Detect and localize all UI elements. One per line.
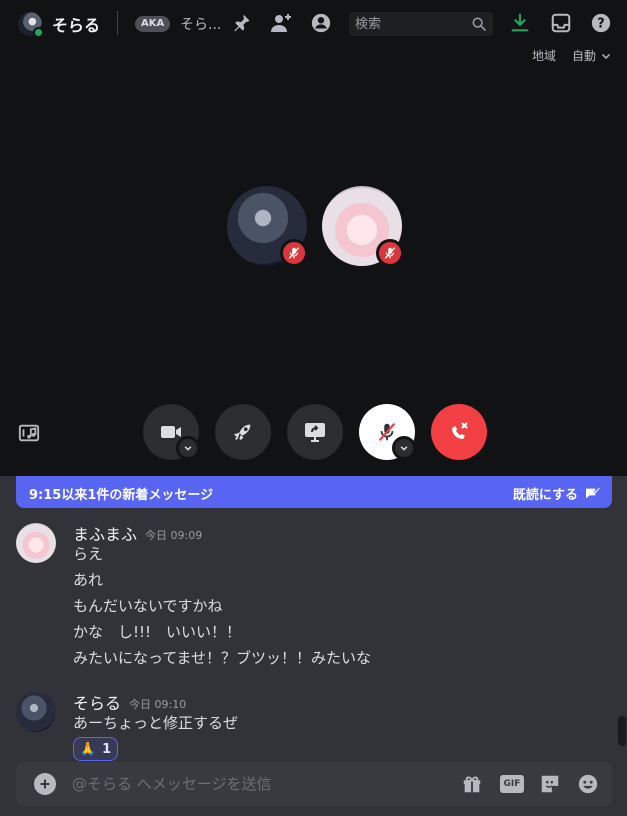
emoji-icon[interactable] [576, 772, 600, 796]
region-value: 自動 [572, 49, 597, 63]
chevron-down-icon [601, 53, 611, 59]
message-text: あれ [73, 571, 104, 589]
mark-read-icon [586, 486, 600, 499]
voice-stage: 地域 自動 [0, 46, 627, 476]
avatar[interactable] [16, 523, 56, 563]
search-box[interactable] [349, 12, 493, 36]
rocket-icon [233, 424, 251, 440]
plus-icon [40, 779, 50, 789]
add-friend-icon[interactable] [269, 11, 293, 35]
avatar[interactable] [16, 692, 56, 732]
message-text: らえ [73, 545, 104, 563]
gif-button[interactable]: GIF [500, 772, 524, 796]
disconnect-button[interactable] [431, 404, 487, 460]
profile-icon[interactable] [309, 11, 333, 35]
inbox-icon[interactable] [549, 11, 573, 35]
reaction-emoji: 🙏 [79, 741, 97, 757]
sticker-icon[interactable] [538, 772, 562, 796]
message-timestamp: 今日 09:09 [145, 529, 203, 542]
svg-text:?: ? [597, 17, 604, 32]
message-composer: GIF [16, 762, 612, 806]
mic-options-button[interactable] [392, 436, 416, 460]
divider [117, 11, 118, 35]
message-timestamp: 今日 09:10 [129, 698, 187, 711]
message-text: あーちょっと修正するぜ [73, 714, 239, 732]
mark-as-read-button[interactable]: 既読にする [513, 484, 600, 503]
mark-as-read-label: 既読にする [512, 488, 578, 503]
muted-mic-icon [280, 239, 308, 267]
region-select[interactable]: 自動 [572, 47, 612, 64]
gift-icon[interactable] [460, 772, 484, 796]
scrollbar-thumb[interactable] [618, 716, 626, 746]
new-messages-text: 9:15以来1件の新着メッセージ [29, 488, 214, 503]
soundboard-icon[interactable] [18, 422, 40, 448]
channel-header: そらる AKA そら... ? [0, 0, 627, 46]
search-icon [471, 16, 487, 36]
pin-icon[interactable] [229, 11, 253, 35]
muted-mic-icon [376, 239, 404, 267]
download-icon[interactable] [508, 11, 532, 35]
aka-name[interactable]: そら... [180, 14, 221, 34]
message-text: もんだいないですかね [73, 597, 223, 615]
chevron-down-icon [184, 446, 192, 451]
new-messages-bar[interactable]: 9:15以来1件の新着メッセージ 既読にする [16, 476, 612, 508]
screen-share-button[interactable] [287, 404, 343, 460]
message-author[interactable]: まふまふ [73, 521, 137, 545]
page-title: そらる [52, 16, 101, 35]
hang-up-icon [452, 422, 468, 439]
chevron-down-icon [400, 446, 408, 451]
search-input[interactable] [355, 15, 465, 33]
gif-label: GIF [500, 775, 524, 793]
help-icon[interactable]: ? [589, 11, 613, 35]
message-text: かな し!!! いいい！！ [73, 623, 242, 641]
message-author[interactable]: そらる [73, 690, 121, 714]
message-text: みたいになってませ！？ブツッ！！みたいな [73, 649, 372, 667]
activity-button[interactable] [215, 404, 271, 460]
reaction-count: 1 [102, 741, 112, 757]
message-input[interactable] [72, 774, 442, 794]
screen-share-icon [305, 423, 325, 442]
aka-badge: AKA [135, 16, 171, 32]
camera-options-button[interactable] [176, 436, 200, 460]
reaction-button[interactable]: 🙏 1 [73, 737, 118, 761]
region-label: 地域 [532, 49, 557, 63]
upload-button[interactable] [34, 773, 56, 795]
online-status-icon [33, 27, 44, 38]
